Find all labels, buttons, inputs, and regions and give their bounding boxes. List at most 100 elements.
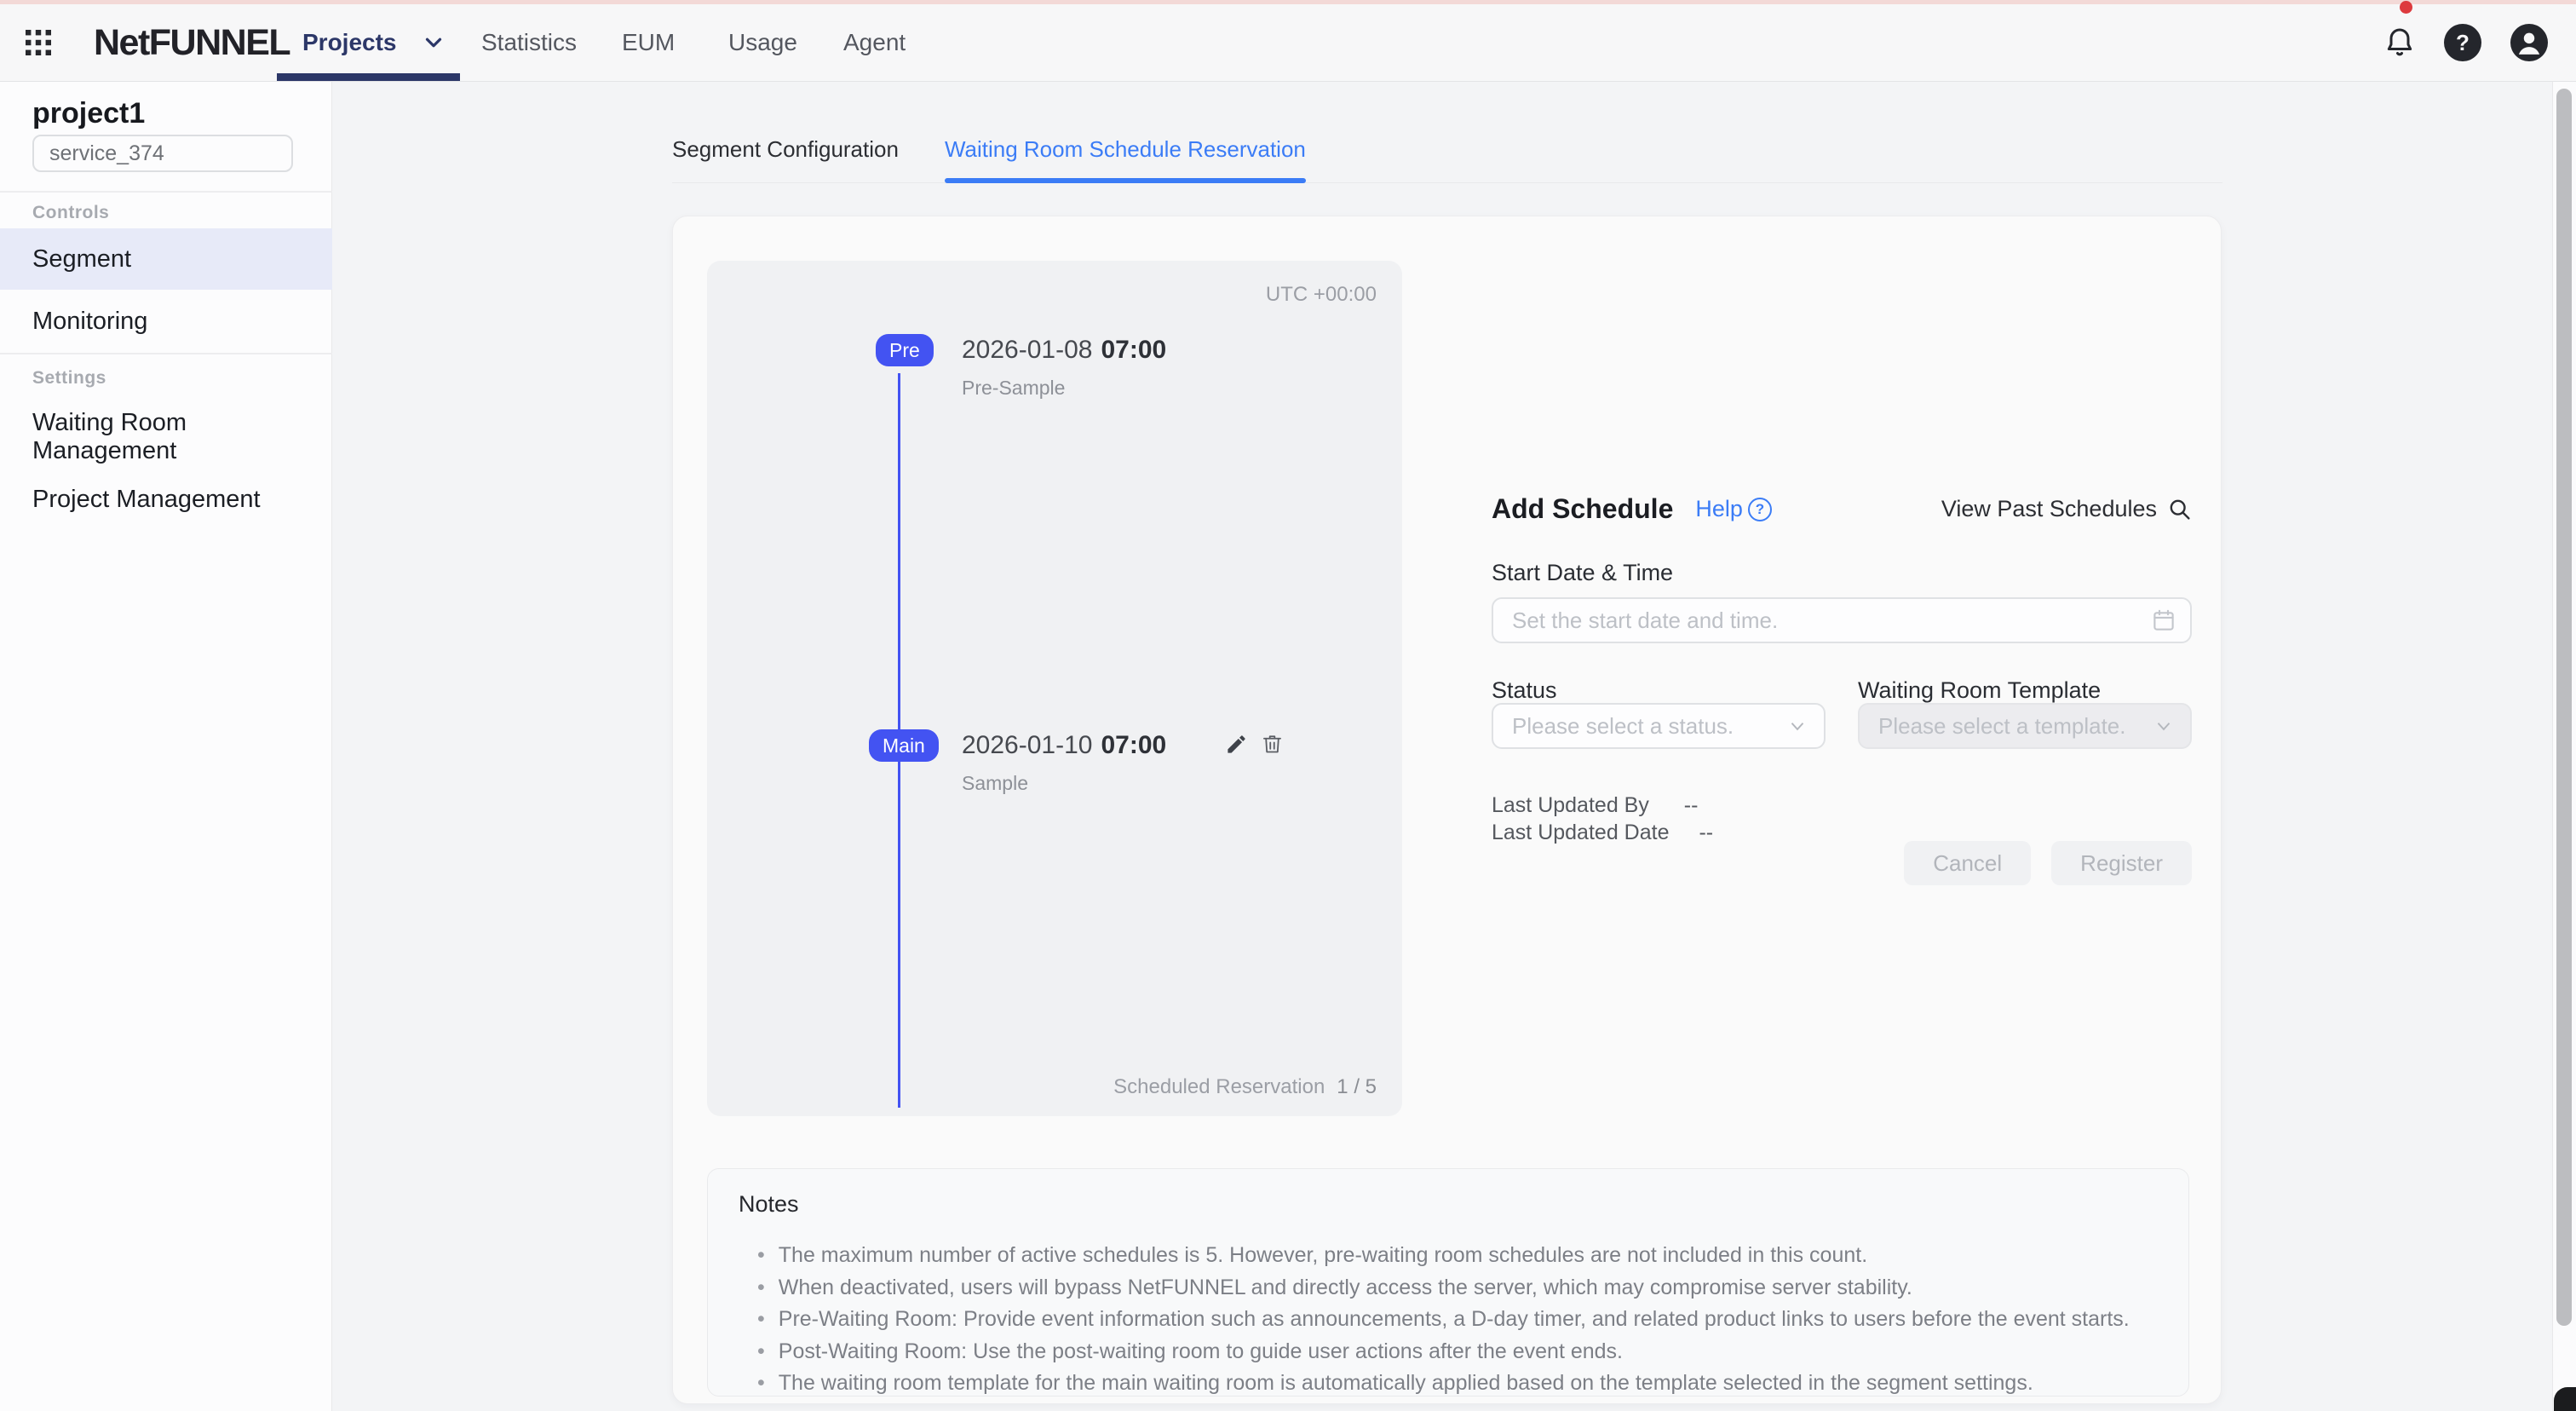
netfunnel-logo[interactable]: NetFUNNEL (94, 4, 290, 81)
notes-title: Notes (739, 1191, 2158, 1218)
bullet-dot: • (757, 1307, 765, 1331)
status-label: Status (1492, 677, 1557, 704)
status-placeholder: Please select a status. (1512, 713, 1734, 740)
note-item: • The maximum number of active schedules … (739, 1240, 2158, 1272)
timeline-event-name: Pre-Sample (962, 377, 1065, 400)
sidebar-item-label: Project Management (32, 486, 261, 514)
sidebar-divider (0, 353, 332, 354)
note-text: Pre-Waiting Room: Provide event informat… (779, 1307, 2130, 1331)
service-selector[interactable]: service_374 (32, 135, 293, 172)
grid-glyph (26, 30, 51, 55)
vertical-scrollbar (2552, 82, 2576, 1411)
timeline-event-name: Sample (962, 772, 1028, 795)
event-date: 2026-01-10 (962, 731, 1092, 759)
active-nav-indicator (277, 73, 460, 81)
nav-item-usage[interactable]: Usage (728, 4, 797, 81)
sidebar: project1 service_374 Controls Segment Mo… (0, 82, 332, 1411)
template-placeholder: Please select a template. (1878, 713, 2126, 740)
tab-bar: Segment Configuration Waiting Room Sched… (672, 116, 2222, 183)
sidebar-section-settings: Settings (32, 368, 106, 389)
event-time: 07:00 (1101, 336, 1166, 364)
note-item: • The waiting room template for the main … (739, 1368, 2158, 1400)
view-past-label: View Past Schedules (1941, 496, 2157, 522)
timeline-event-datetime: 2026-01-10 07:00 (962, 731, 1166, 760)
cancel-button[interactable]: Cancel (1904, 841, 2031, 885)
app-grid-icon[interactable] (24, 4, 53, 81)
last-updated-by-row: Last Updated By -- (1492, 793, 1698, 818)
tab-segment-configuration[interactable]: Segment Configuration (672, 116, 899, 182)
timeline-badge-main: Main (869, 729, 939, 762)
delete-trash-icon[interactable] (1259, 731, 1285, 757)
person-glyph (2510, 24, 2548, 61)
edit-pencil-icon[interactable] (1223, 731, 1249, 757)
timeline-footer: Scheduled Reservation1 / 5 (1113, 1075, 1377, 1099)
note-item: • Pre-Waiting Room: Provide event informa… (739, 1304, 2158, 1336)
note-text: The maximum number of active schedules i… (779, 1243, 1867, 1267)
sidebar-item-label: Segment (32, 245, 131, 274)
register-button[interactable]: Register (2051, 841, 2192, 885)
form-buttons: Cancel Register (1904, 841, 2192, 885)
schedule-reservation-card: UTC +00:00 Pre 2026-01-0807:00 Pre-Sampl… (672, 216, 2222, 1404)
chevron-down-icon (2153, 715, 2175, 737)
nav-item-statistics[interactable]: Statistics (481, 4, 577, 81)
notifications-bell-icon[interactable] (2379, 4, 2420, 81)
chevron-down-icon (421, 30, 446, 55)
note-item: • When deactivated, users will bypass Net… (739, 1272, 2158, 1304)
chevron-down-icon (1786, 715, 1808, 737)
form-title: Add Schedule (1492, 493, 1673, 525)
sidebar-item-waiting-room-management[interactable]: Waiting Room Management (0, 411, 332, 464)
sidebar-item-monitoring[interactable]: Monitoring (0, 290, 332, 353)
add-schedule-form: Add Schedule Help ? View Past Schedules … (1492, 493, 2192, 902)
view-past-schedules-link[interactable]: View Past Schedules (1941, 496, 2192, 522)
tab-waiting-room-schedule-reservation[interactable]: Waiting Room Schedule Reservation (945, 116, 1306, 182)
template-select[interactable]: Please select a template. (1858, 703, 2192, 749)
help-link-label: Help (1695, 496, 1743, 522)
bullet-dot: • (757, 1243, 765, 1267)
help-link[interactable]: Help ? (1695, 496, 1772, 522)
form-header: Add Schedule Help ? View Past Schedules (1492, 493, 2192, 525)
nav-item-agent[interactable]: Agent (843, 4, 906, 81)
sidebar-item-label: Waiting Room Management (32, 409, 332, 465)
sidebar-item-project-management[interactable]: Project Management (0, 473, 332, 526)
user-avatar-icon[interactable] (2510, 24, 2548, 61)
notification-dot (2400, 1, 2412, 14)
scrollbar-thumb[interactable] (2556, 89, 2572, 1326)
calendar-icon[interactable] (2151, 608, 2176, 633)
search-icon (2167, 497, 2192, 521)
event-date: 2026-01-08 (962, 336, 1092, 364)
last-updated-by-value: -- (1684, 793, 1699, 817)
last-updated-date-row: Last Updated Date -- (1492, 821, 1713, 845)
last-updated-date-value: -- (1699, 821, 1713, 844)
note-item: • Post-Waiting Room: Use the post-waiting… (739, 1336, 2158, 1368)
bullet-dot: • (757, 1276, 765, 1299)
sidebar-divider (0, 191, 332, 193)
sidebar-item-segment[interactable]: Segment (0, 228, 332, 290)
reservation-count: 1 / 5 (1337, 1075, 1377, 1098)
project-title: project1 (32, 97, 145, 130)
note-text: The waiting room template for the main w… (779, 1371, 2033, 1395)
note-text: When deactivated, users will bypass NetF… (779, 1276, 1912, 1299)
note-text: Post-Waiting Room: Use the post-waiting … (779, 1339, 1623, 1363)
nav-item-eum[interactable]: EUM (622, 4, 675, 81)
template-label: Waiting Room Template (1858, 677, 2101, 704)
bullet-dot: • (757, 1371, 765, 1395)
help-question-icon: ? (1748, 498, 1772, 521)
help-icon[interactable]: ? (2444, 24, 2481, 61)
last-updated-date-label: Last Updated Date (1492, 821, 1669, 844)
bell-glyph (2383, 26, 2417, 60)
event-time: 07:00 (1101, 731, 1166, 759)
top-navbar: NetFUNNEL Projects Statistics EUM Usage … (0, 4, 2576, 82)
schedule-timeline-panel: UTC +00:00 Pre 2026-01-0807:00 Pre-Sampl… (707, 261, 1402, 1116)
timeline-event-datetime: 2026-01-08 07:00 (962, 336, 1166, 365)
main-content: Segment Configuration Waiting Room Sched… (332, 82, 2552, 1411)
sidebar-section-controls: Controls (32, 203, 109, 223)
nav-projects-label: Projects (302, 29, 397, 56)
start-date-input[interactable] (1492, 597, 2192, 643)
nav-item-projects[interactable]: Projects (302, 4, 446, 81)
bullet-dot: • (757, 1339, 765, 1363)
notes-panel: Notes • The maximum number of active sche… (707, 1168, 2189, 1397)
bottom-right-corner-shape (2554, 1387, 2576, 1411)
timeline-badge-pre: Pre (876, 334, 934, 366)
status-select[interactable]: Please select a status. (1492, 703, 1826, 749)
last-updated-by-label: Last Updated By (1492, 793, 1649, 817)
